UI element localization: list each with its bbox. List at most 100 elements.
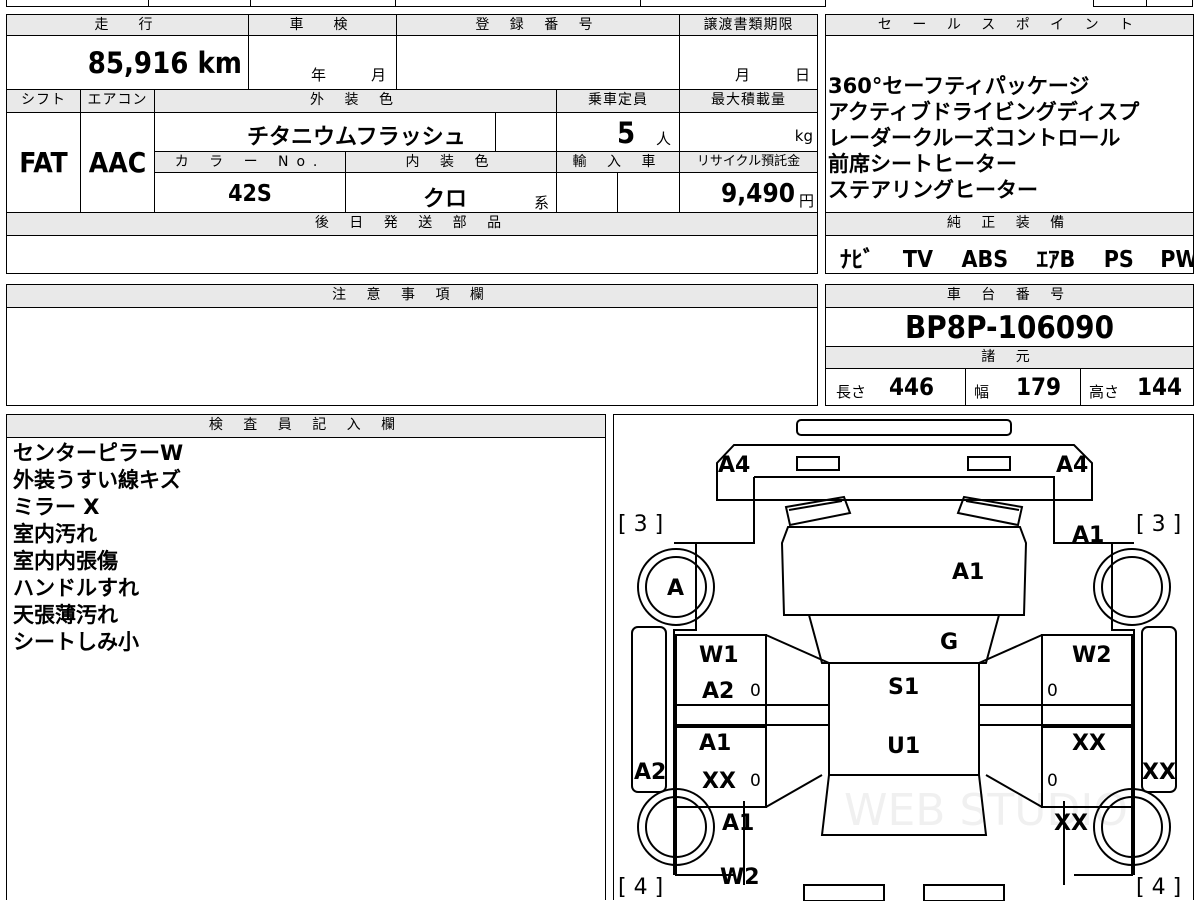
mark-side-left: A2 — [634, 760, 667, 785]
specs-label: 諸 元 — [825, 346, 1194, 369]
registration-value — [396, 35, 680, 90]
mark-rear-bottom-left: W2 — [720, 865, 760, 890]
mark-zero: 0 — [1047, 681, 1058, 701]
import-value-cell-1 — [556, 172, 618, 213]
mark-front-left: A4 — [718, 453, 751, 478]
mark-front-right: A4 — [1056, 453, 1089, 478]
ext-color-label: 外 装 色 — [154, 89, 557, 113]
damage-diagram: A4 A4 [ 3 ] [ 3 ] A1 A1 A G W1 W2 S1 A2 … — [613, 414, 1194, 901]
maxload-label: 最大積載量 — [679, 89, 818, 113]
mark-hood-right: A1 — [1072, 523, 1105, 548]
ac-label: エアコン — [80, 89, 155, 113]
sales-point-item: アクティブドライビングディスプ — [828, 100, 1140, 124]
inspector-line: シートしみ小 — [13, 630, 139, 654]
equipment-body: ﾅﾋﾞ TV ABS ｴｱB PS PW — [825, 235, 1194, 274]
transfer-deadline-cell: 月 日 — [679, 35, 818, 90]
color-no-label: カ ラ ー No. — [154, 151, 346, 173]
notes-body — [6, 307, 818, 406]
shift-label: シフト — [6, 89, 81, 113]
mark-bracket-front-right: [ 3 ] — [1136, 512, 1182, 537]
maxload-value-cell: kg — [679, 112, 818, 152]
shift-value: FAT — [19, 146, 68, 179]
top-partial-row — [0, 0, 1200, 8]
spec-length-label: 長さ — [836, 383, 867, 401]
sales-point-item: 360°セーフティパッケージ — [828, 74, 1090, 98]
registration-label: 登 録 番 号 — [396, 14, 680, 36]
ext-color-value-cell: チタニウムフラッシュ — [154, 112, 496, 152]
equipment-item: ABS — [961, 247, 1009, 273]
int-color-suffix: 系 — [534, 194, 550, 212]
recycle-fee-cell: 9,490 円 — [679, 172, 818, 213]
equipment-item: ｴｱB — [1036, 247, 1076, 273]
inspector-line: センターピラーW — [13, 441, 184, 465]
mark-windshield: G — [940, 630, 959, 655]
mark-zero: 0 — [750, 771, 761, 791]
ac-value-cell: AAC — [80, 112, 155, 213]
inspector-line: 外装うすい線キズ — [13, 468, 181, 492]
capacity-label: 乗車定員 — [556, 89, 680, 113]
later-parts-value — [6, 235, 818, 274]
inspector-label: 検 査 員 記 入 欄 — [6, 414, 606, 438]
shaken-year: 年 — [311, 66, 327, 84]
ext-color-extra-cell — [495, 112, 557, 152]
mileage-label: 走 行 — [6, 14, 249, 36]
chassis-number-cell: BP8P-106090 — [825, 307, 1194, 347]
spec-width-cell: 幅 179 — [965, 368, 1081, 406]
inspector-line: ミラー X — [13, 495, 100, 519]
int-color-value: クロ — [423, 187, 468, 212]
import-value-cell-2 — [617, 172, 680, 213]
capacity-value-cell: 5 人 — [556, 112, 680, 152]
ext-color-value: チタニウムフラッシュ — [247, 125, 466, 150]
color-no-value-cell: 42S — [154, 172, 346, 213]
mark-bracket-front-left: [ 3 ] — [618, 512, 664, 537]
ac-value: AAC — [88, 146, 147, 179]
mark-bracket-rear-left: [ 4 ] — [618, 875, 664, 900]
color-no-value: 42S — [228, 181, 272, 207]
sales-point-item: 前席シートヒーター — [828, 152, 1017, 176]
inspector-body: センターピラーW 外装うすい線キズ ミラー X 室内汚れ 室内内張傷 ハンドルす… — [6, 437, 606, 900]
later-parts-label: 後 日 発 送 部 品 — [6, 212, 818, 236]
watermark: WEB STUDIO — [844, 785, 1128, 836]
capacity-value: 5 — [617, 116, 636, 150]
mark-hood: A1 — [952, 560, 985, 585]
mark-roof: S1 — [888, 675, 920, 700]
sales-point-item: レーダークルーズコントロール — [828, 126, 1121, 150]
equipment-item: ﾅﾋﾞ — [840, 247, 875, 273]
mark-zero: 0 — [750, 681, 761, 701]
recycle-fee-unit: 円 — [798, 192, 814, 210]
equipment-item: PS — [1103, 247, 1134, 273]
transfer-deadline-label: 譲渡書類期限 — [679, 14, 818, 36]
spec-width-value: 179 — [1016, 373, 1062, 401]
mark-front-door-left-1: W1 — [699, 643, 739, 668]
recycle-fee-value: 9,490 — [721, 179, 795, 209]
chassis-label: 車 台 番 号 — [825, 284, 1194, 308]
spec-height-label: 高さ — [1089, 383, 1120, 401]
shaken-value-cell: 年 月 — [248, 35, 397, 90]
mark-front-door-right: W2 — [1072, 643, 1112, 668]
mark-wheel-front-left: A — [667, 576, 685, 601]
mark-rear-door-left-1: A1 — [699, 731, 732, 756]
mark-side-right: XX — [1142, 760, 1176, 785]
mark-front-door-left-2: A2 — [702, 679, 735, 704]
mark-rear-door-left-2: XX — [702, 769, 736, 794]
sales-point-item: ステアリングヒーター — [828, 178, 1038, 202]
inspector-line: 天張薄汚れ — [13, 603, 118, 627]
mark-rear-door-right: XX — [1072, 731, 1106, 756]
mileage-value-cell: 85,916 km — [6, 35, 249, 90]
mark-floor: U1 — [887, 734, 921, 759]
shaken-label: 車 検 — [248, 14, 397, 36]
equipment-item: PW — [1160, 247, 1193, 273]
spec-height-value: 144 — [1137, 373, 1183, 401]
mark-rear-fender-left: A1 — [722, 811, 755, 836]
recycle-label: リサイクル預託金 — [679, 151, 818, 173]
int-color-label: 内 装 色 — [345, 151, 557, 173]
notes-label: 注 意 事 項 欄 — [6, 284, 818, 308]
inspector-line: ハンドルすれ — [13, 576, 139, 600]
capacity-unit: 人 — [656, 130, 672, 148]
spec-length-value: 446 — [889, 373, 935, 401]
sales-points-label: セ ー ル ス ポ イ ン ト — [825, 14, 1194, 36]
sales-points-body: 360°セーフティパッケージ アクティブドライビングディスプ レーダークルーズコ… — [825, 35, 1194, 213]
int-color-value-cell: クロ 系 — [345, 172, 557, 213]
mileage-value: 85,916 km — [87, 46, 242, 80]
transfer-day: 日 — [795, 66, 811, 84]
